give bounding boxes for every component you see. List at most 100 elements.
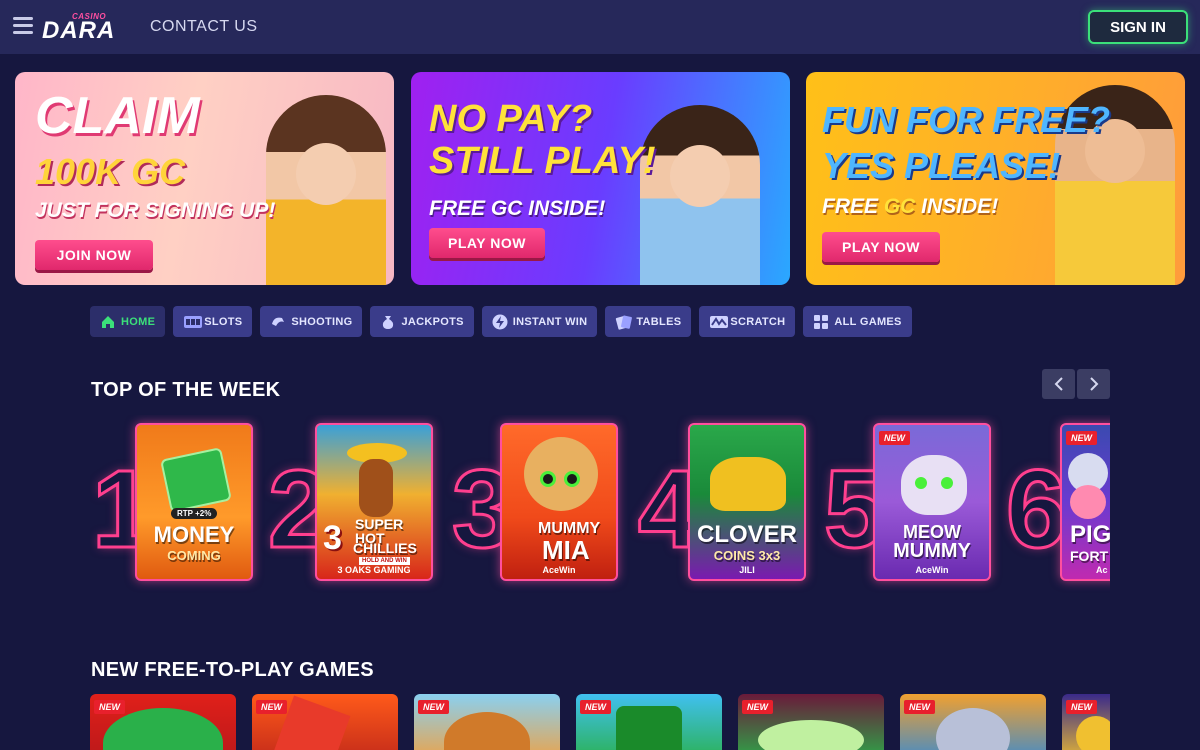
play-now-button[interactable]: PLAY NOW — [429, 228, 545, 258]
banner-tagline: FREE GC INSIDE! — [429, 197, 606, 220]
game-card[interactable]: NEW — [90, 694, 236, 750]
game-card[interactable]: NEW — [576, 694, 722, 750]
game-card-meow-mummy[interactable]: NEW MEOW MUMMY AceWin — [873, 423, 991, 581]
category-nav: HOME SLOTS SHOOTING JACKPOTS INSTANT WIN… — [90, 306, 912, 337]
game-card[interactable]: NEW — [414, 694, 560, 750]
join-now-button[interactable]: JOIN NOW — [35, 240, 153, 270]
game-card-mummy-mia[interactable]: MUMMY MIA AceWin — [500, 423, 618, 581]
tab-label: SCRATCH — [730, 315, 786, 328]
game-card-clover-coins[interactable]: CLOVER COINS 3x3 JILI — [688, 423, 806, 581]
game-card[interactable]: NEW — [1062, 694, 1110, 750]
banner-tagline: FREE GC INSIDE! — [822, 195, 999, 218]
chevron-left-icon — [1054, 377, 1063, 391]
banner-headline: NO PAY? — [429, 98, 593, 140]
chevron-right-icon — [1089, 377, 1098, 391]
new-badge: NEW — [1066, 431, 1097, 445]
contact-us-link[interactable]: CONTACT US — [150, 18, 258, 36]
section-title-new-games: NEW FREE-TO-PLAY GAMES — [91, 659, 374, 681]
tab-label: HOME — [121, 315, 156, 328]
game-title: MEOW — [903, 522, 961, 542]
carousel-arrows — [1042, 369, 1110, 399]
game-number: 3 — [323, 519, 342, 557]
grid-icon — [813, 314, 829, 330]
banner-no-pay[interactable]: NO PAY? STILL PLAY! FREE GC INSIDE! PLAY… — [411, 72, 790, 285]
tab-all-games[interactable]: ALL GAMES — [803, 306, 912, 337]
banner-headline: FUN FOR FREE? — [822, 99, 1110, 140]
home-icon — [100, 314, 116, 330]
banner-person-image — [640, 105, 760, 285]
game-card[interactable]: NEW — [738, 694, 884, 750]
banner-headline: CLAIM — [35, 87, 200, 145]
banner-person-image — [266, 95, 386, 285]
game-subtitle: MIA — [542, 535, 590, 565]
lightning-icon — [492, 314, 508, 330]
tab-tables[interactable]: TABLES — [605, 306, 692, 337]
tab-instant-win[interactable]: INSTANT WIN — [481, 306, 598, 337]
rank-number: 6 — [1004, 448, 1068, 571]
game-provider: JILI — [739, 565, 755, 575]
game-subtitle: CHILLIES — [353, 540, 417, 556]
coins-pot-image — [710, 457, 786, 511]
tab-jackpots[interactable]: JACKPOTS — [370, 306, 474, 337]
eye-icon — [564, 471, 580, 487]
prev-button[interactable] — [1042, 369, 1075, 399]
cat-mummy-image — [901, 455, 967, 515]
banner-claim[interactable]: CLAIM 100K GC JUST FOR SIGNING UP! JOIN … — [15, 72, 394, 285]
tab-home[interactable]: HOME — [90, 306, 166, 337]
game-card-money-coming[interactable]: RTP +2% MONEY COMING — [135, 423, 253, 581]
game-thumbnail-image — [103, 708, 223, 750]
character-image — [359, 459, 393, 517]
tab-label: TABLES — [636, 315, 682, 328]
mummy-image — [524, 437, 598, 511]
section-title-top-week: TOP OF THE WEEK — [91, 379, 281, 401]
game-thumbnail-image — [758, 720, 864, 750]
sign-in-button[interactable]: SIGN IN — [1088, 10, 1188, 44]
game-title: PIG — [1070, 521, 1110, 548]
game-card-super-hot-chillies[interactable]: SUPER HOT 3 CHILLIES HOLD AND WIN 3 OAKS… — [315, 423, 433, 581]
game-card-pig-fort[interactable]: NEW PIG FORT Ac — [1060, 423, 1110, 581]
new-badge: NEW — [1066, 700, 1097, 714]
game-provider: Ac — [1096, 565, 1108, 575]
tab-label: JACKPOTS — [401, 315, 464, 328]
top-bar: CASINO DARA CONTACT US SIGN IN — [0, 0, 1200, 54]
game-provider: AceWin — [915, 565, 949, 575]
tab-slots[interactable]: SLOTS — [173, 306, 253, 337]
new-badge: NEW — [256, 700, 287, 714]
next-button[interactable] — [1077, 369, 1110, 399]
money-icon — [160, 447, 232, 513]
logo-main-text: DARA — [42, 17, 116, 44]
tab-label: SHOOTING — [291, 315, 353, 328]
eye-icon — [941, 477, 953, 489]
menu-icon[interactable] — [13, 17, 33, 35]
scratch-icon — [709, 314, 729, 330]
game-thumbnail-image — [616, 706, 682, 750]
banner-fun-for-free[interactable]: FUN FOR FREE? YES PLEASE! FREE GC INSIDE… — [806, 72, 1185, 285]
game-card[interactable]: NEW — [252, 694, 398, 750]
hold-win-badge: HOLD AND WIN — [359, 557, 410, 565]
game-title: CLOVER — [696, 521, 797, 548]
new-badge: NEW — [580, 700, 611, 714]
new-badge: NEW — [94, 700, 125, 714]
eye-icon — [915, 477, 927, 489]
banner-subheadline: 100K GC — [35, 151, 186, 192]
new-badge: NEW — [904, 700, 935, 714]
game-thumbnail-image — [444, 712, 530, 750]
play-now-button[interactable]: PLAY NOW — [822, 232, 940, 262]
game-subtitle: MUMMY — [893, 540, 971, 562]
slots-icon — [183, 314, 203, 330]
logo[interactable]: CASINO DARA — [42, 11, 118, 44]
pig-image — [1070, 485, 1106, 519]
new-games-row: NEW NEW NEW NEW NEW NEW NEW — [90, 694, 1110, 750]
cards-icon — [615, 314, 633, 330]
tab-label: INSTANT WIN — [512, 315, 588, 328]
top-week-carousel: 1 RTP +2% MONEY COMING 2 SUPER HOT 3 CHI… — [90, 415, 1110, 595]
game-subtitle: COINS 3x3 — [713, 548, 781, 563]
game-provider: 3 OAKS GAMING — [337, 565, 411, 575]
new-badge: NEW — [742, 700, 773, 714]
rtp-badge: RTP +2% — [171, 508, 218, 519]
banner-tagline: JUST FOR SIGNING UP! — [35, 199, 276, 222]
game-title: MONEY — [153, 522, 235, 547]
tab-scratch[interactable]: SCRATCH — [699, 306, 796, 337]
game-card[interactable]: NEW — [900, 694, 1046, 750]
tab-shooting[interactable]: SHOOTING — [260, 306, 363, 337]
